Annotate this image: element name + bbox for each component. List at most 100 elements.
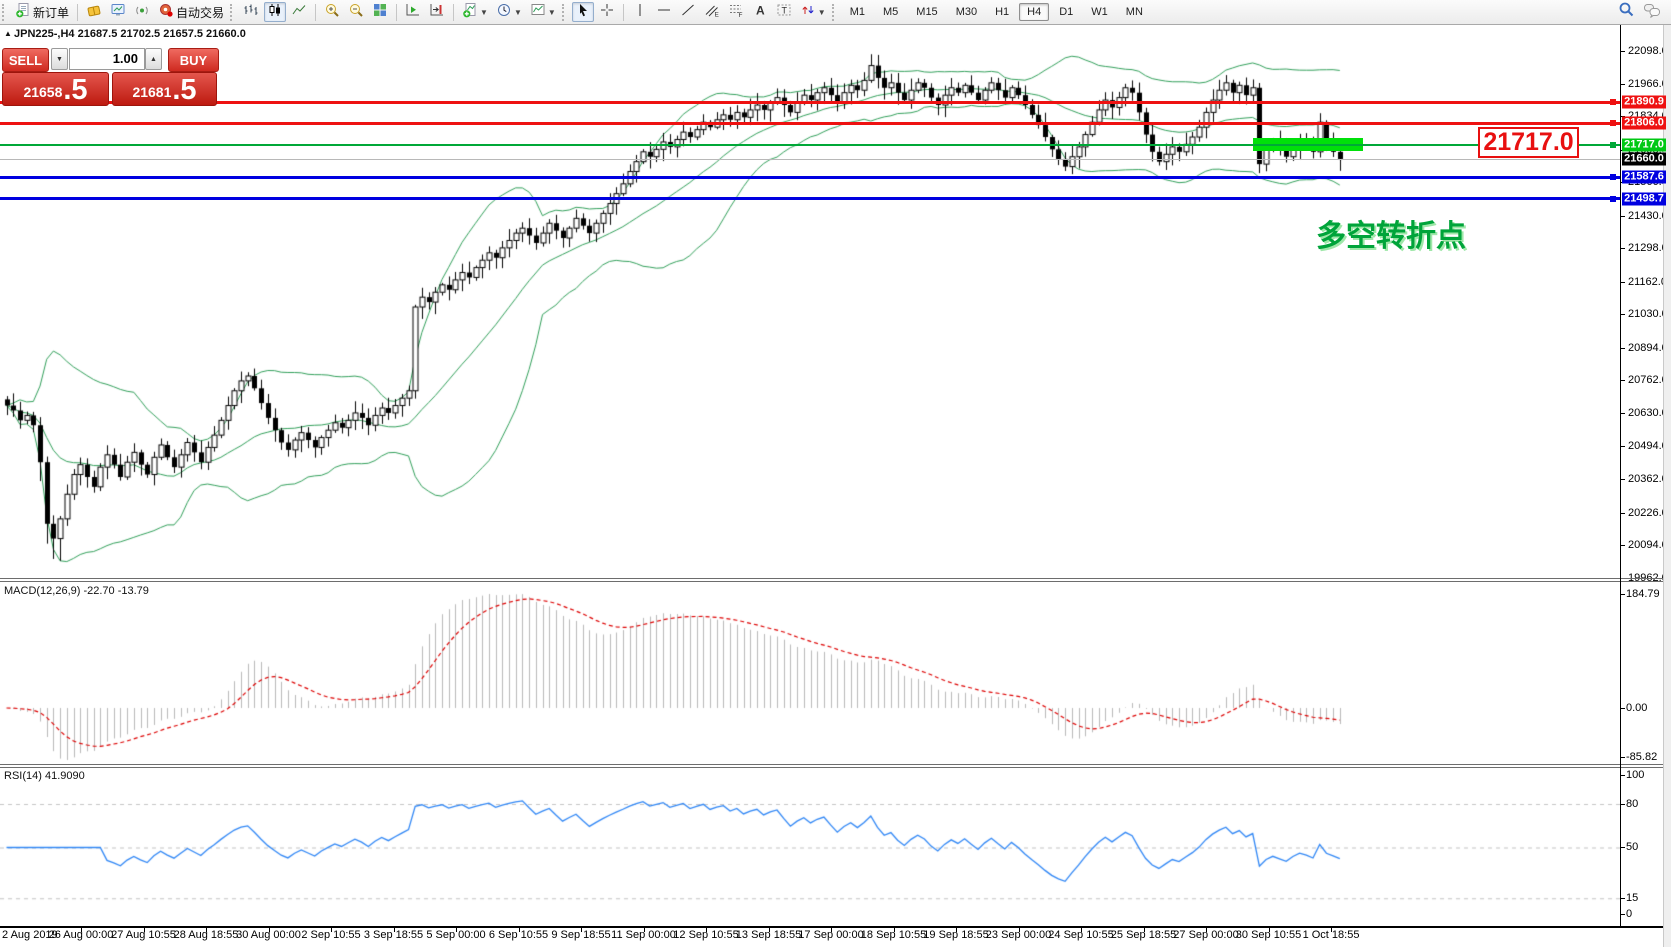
time-axis-label[interactable]: 9 Sep 18:55 <box>551 929 610 941</box>
level-drag-handle[interactable] <box>1610 142 1616 148</box>
volume-increase-button[interactable]: ▲ <box>145 48 162 70</box>
time-axis-label[interactable]: 28 Aug 18:55 <box>174 929 239 941</box>
bar-chart-mode-button[interactable] <box>240 2 262 22</box>
time-axis-label[interactable]: 26 Aug 00:00 <box>49 929 114 941</box>
timeframe-button-H4[interactable]: H4 <box>1019 3 1049 21</box>
time-axis-label[interactable]: 27 Aug 10:55 <box>111 929 176 941</box>
auto-scroll-button[interactable] <box>402 2 424 22</box>
turning-point-annotation[interactable]: 多空转折点 <box>1316 211 1466 255</box>
level-drag-handle[interactable] <box>1610 120 1616 126</box>
timeframe-button-D1[interactable]: D1 <box>1051 3 1081 21</box>
toolbar-grip[interactable] <box>832 4 837 21</box>
zoom-in-icon <box>324 2 340 23</box>
timeframe-button-MN[interactable]: MN <box>1118 3 1151 21</box>
channel-tool-button[interactable]: E <box>701 2 723 22</box>
time-axis-label[interactable]: 3 Sep 18:55 <box>364 929 423 941</box>
time-axis-label[interactable]: 23 Sep 00:00 <box>986 929 1051 941</box>
auto-trading-button[interactable]: 自动交易 <box>155 2 227 22</box>
price-axis-border <box>1620 24 1621 927</box>
current-price-line[interactable] <box>0 159 1620 160</box>
crosshair-tool-button[interactable] <box>596 2 618 22</box>
buy-price-display[interactable]: 21681 .5 <box>112 72 217 106</box>
pane-separator[interactable] <box>0 581 1663 582</box>
time-axis-label[interactable]: 6 Sep 10:55 <box>489 929 548 941</box>
tile-windows-button[interactable] <box>369 2 391 22</box>
price-level-label: 21806.0 <box>1622 117 1666 130</box>
support-line[interactable] <box>0 176 1620 179</box>
time-axis-label[interactable]: 17 Sep 00:00 <box>798 929 863 941</box>
trendline-icon <box>680 2 696 23</box>
vertical-line-tool-button[interactable] <box>629 2 651 22</box>
support-line[interactable] <box>0 197 1620 200</box>
timeframe-button-M15[interactable]: M15 <box>908 3 945 21</box>
templates-button[interactable]: ▼ <box>527 2 559 22</box>
buy-button[interactable]: BUY <box>168 48 219 72</box>
pane-separator[interactable] <box>0 767 1663 768</box>
horizontal-line-tool-button[interactable] <box>653 2 675 22</box>
time-axis-label[interactable]: 13 Sep 18:55 <box>736 929 801 941</box>
time-axis-label[interactable]: 11 Sep 00:00 <box>611 929 676 941</box>
time-axis-label[interactable]: 25 Sep 18:55 <box>1111 929 1176 941</box>
level-drag-handle[interactable] <box>1610 174 1616 180</box>
timeframe-button-M30[interactable]: M30 <box>948 3 985 21</box>
trendline-tool-button[interactable] <box>677 2 699 22</box>
volume-input[interactable]: 1.00 <box>69 48 145 70</box>
price-tick-label: 20630.0 <box>1628 407 1668 419</box>
rsi-scale-label: 0 <box>1626 908 1632 920</box>
key-level-price-callout[interactable]: 21717.0 <box>1478 127 1579 158</box>
resistance-line[interactable] <box>0 101 1620 104</box>
price-tick-label: 21966.0 <box>1628 78 1668 90</box>
text-tool-button[interactable]: A <box>749 2 771 22</box>
time-axis-label[interactable]: 30 Aug 00:00 <box>236 929 301 941</box>
pivot-line[interactable] <box>0 144 1620 146</box>
indicators-button[interactable]: ▼ <box>459 2 491 22</box>
time-axis-label[interactable]: 18 Sep 10:55 <box>861 929 926 941</box>
timeframe-button-W1[interactable]: W1 <box>1083 3 1116 21</box>
macd-pane-canvas[interactable] <box>0 582 1620 764</box>
search-button[interactable] <box>1615 2 1638 22</box>
chat-button[interactable] <box>1640 2 1664 22</box>
pane-separator[interactable] <box>0 578 1663 579</box>
timeframe-button-M5[interactable]: M5 <box>875 3 906 21</box>
fibonacci-tool-button[interactable]: F <box>725 2 747 22</box>
chart-shift-button[interactable] <box>426 2 448 22</box>
rsi-pane-canvas[interactable] <box>0 769 1620 926</box>
signals-button[interactable] <box>131 2 153 22</box>
level-drag-handle[interactable] <box>1610 99 1616 105</box>
zoom-in-button[interactable] <box>321 2 343 22</box>
periods-button[interactable]: ▼ <box>493 2 525 22</box>
toolbar-grip[interactable] <box>230 4 235 21</box>
timeframe-button-M1[interactable]: M1 <box>842 3 873 21</box>
time-axis-label[interactable]: 24 Sep 10:55 <box>1048 929 1113 941</box>
toolbar-grip[interactable] <box>562 4 567 21</box>
time-axis-label[interactable]: 1 Oct 18:55 <box>1303 929 1360 941</box>
candlestick-mode-button[interactable] <box>264 2 286 22</box>
arrows-icon <box>800 2 816 23</box>
volume-decrease-button[interactable]: ▼ <box>51 48 68 70</box>
book-button[interactable] <box>83 2 105 22</box>
line-chart-mode-button[interactable] <box>288 2 310 22</box>
toolbar-grip[interactable] <box>2 4 7 21</box>
time-axis-label[interactable]: 2 Sep 10:55 <box>301 929 360 941</box>
time-axis-label[interactable]: 30 Sep 10:55 <box>1236 929 1301 941</box>
timeframe-button-H1[interactable]: H1 <box>987 3 1017 21</box>
level-drag-handle[interactable] <box>1610 196 1616 202</box>
resistance-line[interactable] <box>0 122 1620 125</box>
sell-button[interactable]: SELL <box>2 48 49 72</box>
time-axis-label[interactable]: 5 Sep 00:00 <box>426 929 485 941</box>
zoom-out-button[interactable] <box>345 2 367 22</box>
time-axis-label[interactable]: 12 Sep 10:55 <box>673 929 738 941</box>
charts-window-button[interactable] <box>107 2 129 22</box>
cursor-tool-button[interactable] <box>572 2 594 22</box>
time-axis-label[interactable]: 19 Sep 18:55 <box>923 929 988 941</box>
time-axis-label[interactable]: 27 Sep 00:00 <box>1173 929 1238 941</box>
arrows-tool-button[interactable]: ▼ <box>797 2 829 22</box>
sell-price-display[interactable]: 21658 .5 <box>2 72 109 106</box>
pane-separator[interactable] <box>0 764 1663 765</box>
new-order-button[interactable]: 新订单 <box>12 2 72 22</box>
label-tool-button[interactable]: T <box>773 2 795 22</box>
label-tool-icon: T <box>776 2 792 23</box>
price-chart-canvas[interactable] <box>0 24 1620 578</box>
chat-icon <box>1643 2 1661 23</box>
macd-scale-label: -85.82 <box>1626 751 1657 763</box>
